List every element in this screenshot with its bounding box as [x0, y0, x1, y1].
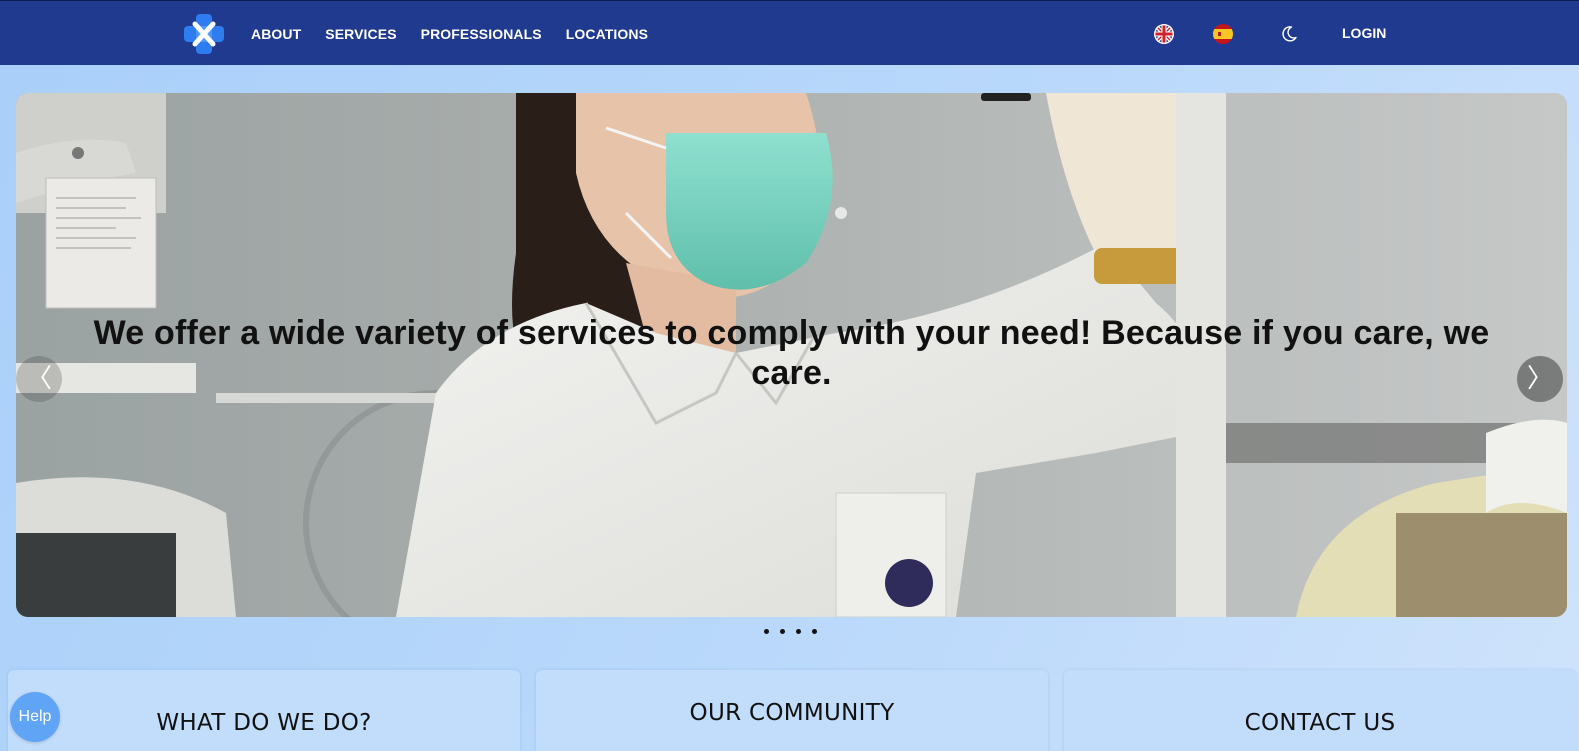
carousel-indicators [764, 629, 817, 634]
uk-flag-icon[interactable] [1154, 24, 1174, 44]
carousel-dot[interactable] [796, 629, 801, 634]
nav-link-services[interactable]: SERVICES [325, 26, 396, 42]
nav-link-about[interactable]: ABOUT [251, 26, 301, 42]
carousel-dot[interactable] [764, 629, 769, 634]
medical-cross-logo[interactable] [184, 14, 224, 54]
card-title: WHAT DO WE DO? [156, 710, 372, 736]
hero-carousel: We offer a wide variety of services to c… [16, 93, 1567, 617]
nav-link-locations[interactable]: LOCATIONS [566, 26, 648, 42]
card-what-do-we-do[interactable]: WHAT DO WE DO? [8, 670, 520, 751]
card-title: OUR COMMUNITY [689, 700, 895, 726]
hero-caption: We offer a wide variety of services to c… [93, 314, 1490, 392]
carousel-next-button[interactable]: 〉 [1517, 356, 1563, 402]
carousel-prev-button[interactable]: 〈 [16, 356, 62, 402]
card-contact-us[interactable]: CONTACT US [1064, 670, 1576, 751]
card-our-community[interactable]: OUR COMMUNITY [536, 670, 1048, 751]
carousel-dot[interactable] [780, 629, 785, 634]
card-title: CONTACT US [1244, 710, 1396, 736]
moon-icon[interactable] [1280, 25, 1298, 43]
main-nav: ABOUT SERVICES PROFESSIONALS LOCATIONS [251, 1, 672, 66]
carousel-dot[interactable] [812, 629, 817, 634]
spain-flag-icon[interactable] [1213, 24, 1233, 44]
top-navbar: ABOUT SERVICES PROFESSIONALS LOCATIONS L… [0, 0, 1579, 65]
login-button[interactable]: LOGIN [1342, 25, 1386, 41]
nav-link-professionals[interactable]: PROFESSIONALS [421, 26, 542, 42]
help-button[interactable]: Help [10, 692, 60, 742]
